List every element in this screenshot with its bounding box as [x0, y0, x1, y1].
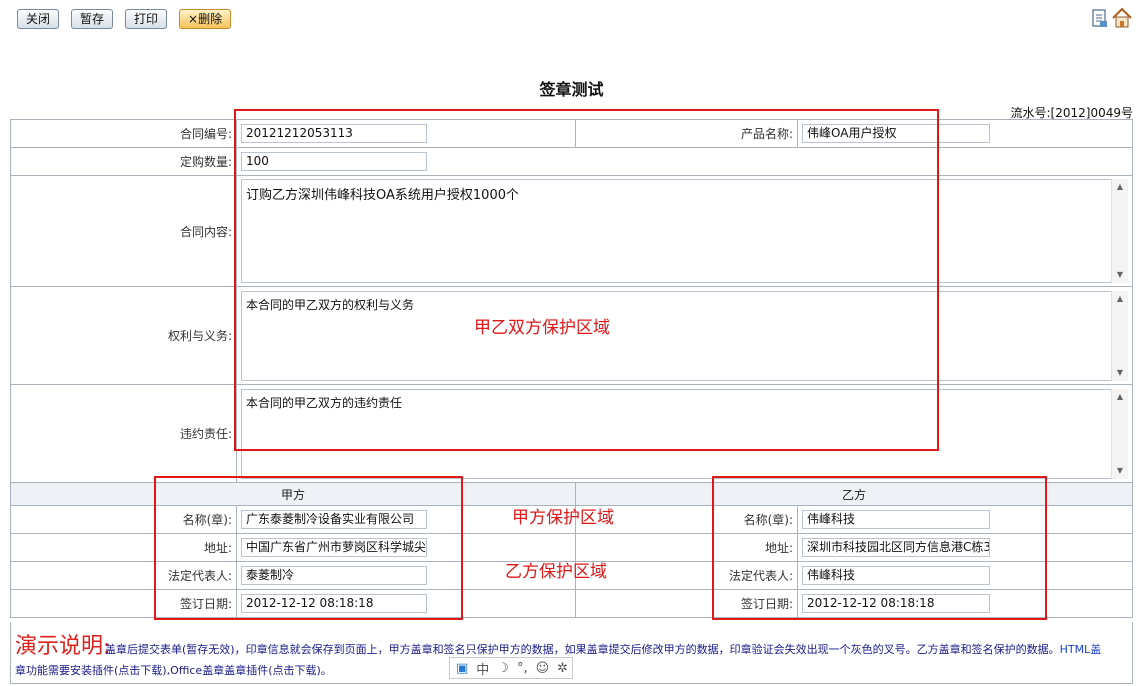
- scroll-down-icon[interactable]: ▼: [1112, 269, 1128, 281]
- product-name-input[interactable]: 伟峰OA用户授权: [802, 124, 990, 143]
- party-b-address-input[interactable]: 深圳市科技园北区同方信息港C栋3楼: [802, 538, 990, 557]
- html-plugin-download-link[interactable]: 章功能需要安装插件(点击下载),: [15, 664, 170, 677]
- party-b-rep-label: 法定代表人:: [575, 561, 798, 590]
- ime-mode[interactable]: 中: [476, 659, 489, 678]
- party-b-date-label: 签订日期:: [575, 589, 798, 618]
- party-b-name-input[interactable]: 伟峰科技: [802, 510, 990, 529]
- settings-icon[interactable]: ✲: [557, 661, 568, 676]
- content-scrollbar[interactable]: ▲ ▼: [1111, 179, 1128, 283]
- note-body: 盖章后提交表单(暂存无效)，印章信息就会保存到页面上，甲方盖章和签名只保护甲方的…: [105, 643, 1060, 656]
- content-label: 合同内容:: [10, 175, 237, 287]
- note-text: 盖章后提交表单(暂存无效)，印章信息就会保存到页面上，甲方盖章和签名只保护甲方的…: [105, 639, 1125, 661]
- scroll-down-icon[interactable]: ▼: [1112, 465, 1128, 477]
- party-a-date-input[interactable]: 2012-12-12 08:18:18: [241, 594, 427, 613]
- party-b-header: 乙方: [575, 482, 1133, 506]
- party-b-rep-input[interactable]: 伟峰科技: [802, 566, 990, 585]
- home-icon[interactable]: [1111, 7, 1133, 32]
- party-a-name-input[interactable]: 广东泰菱制冷设备实业有限公司: [241, 510, 427, 529]
- both-parties-area-label: 甲乙双方保护区域: [474, 318, 610, 338]
- ime-logo-icon[interactable]: ▣: [456, 661, 468, 676]
- breach-scrollbar[interactable]: ▲ ▼: [1111, 388, 1128, 479]
- rights-scrollbar[interactable]: ▲ ▼: [1111, 290, 1128, 381]
- scroll-down-icon[interactable]: ▼: [1112, 367, 1128, 379]
- contract-no-input[interactable]: 20121212053113: [241, 124, 427, 143]
- party-a-address-label: 地址:: [10, 533, 237, 562]
- rights-label: 权利与义务:: [10, 286, 237, 385]
- scroll-up-icon[interactable]: ▲: [1112, 293, 1128, 305]
- party-a-area-label: 甲方保护区域: [512, 508, 614, 528]
- serial-label: 流水号:: [1010, 106, 1051, 120]
- contract-no-label: 合同编号:: [10, 119, 237, 148]
- party-a-name-label: 名称(章):: [10, 505, 237, 534]
- contract-form: 合同编号: 20121212053113 产品名称: 伟峰OA用户授权 定购数量…: [10, 119, 1133, 618]
- note-title: 演示说明:: [15, 634, 111, 659]
- top-icons: [1091, 7, 1133, 32]
- party-a-rep-label: 法定代表人:: [10, 561, 237, 590]
- close-button[interactable]: 关闭: [17, 9, 60, 29]
- breach-label: 违约责任:: [10, 384, 237, 483]
- note-line2: 章功能需要安装插件(点击下载),Office盖章盖章插件(点击下载)。: [15, 660, 332, 682]
- ime-toolbar: ▣ 中 ☽ °, ☺ ✲: [449, 657, 573, 679]
- quantity-label: 定购数量:: [10, 147, 237, 176]
- content-textarea[interactable]: 订购乙方深圳伟峰科技OA系统用户授权1000个: [241, 179, 1121, 283]
- serial-value: [2012]0049号: [1050, 106, 1133, 120]
- punctuation-icon[interactable]: °,: [517, 661, 528, 676]
- rights-textarea[interactable]: 本合同的甲乙双方的权利与义务: [241, 290, 1121, 381]
- party-b-area-label: 乙方保护区域: [505, 562, 607, 582]
- moon-icon[interactable]: ☽: [497, 661, 509, 676]
- scroll-up-icon[interactable]: ▲: [1112, 391, 1128, 403]
- html-plugin-link[interactable]: HTML盖: [1060, 643, 1102, 656]
- party-a-rep-input[interactable]: 泰菱制冷: [241, 566, 427, 585]
- document-icon[interactable]: [1091, 7, 1109, 32]
- emoji-icon[interactable]: ☺: [536, 661, 550, 676]
- delete-button[interactable]: ×删除: [179, 9, 232, 29]
- party-a-header: 甲方: [10, 482, 576, 506]
- print-button[interactable]: 打印: [125, 9, 168, 29]
- party-a-address-input[interactable]: 中国广东省广州市萝岗区科学城尖塔L: [241, 538, 427, 557]
- party-a-date-label: 签订日期:: [10, 589, 237, 618]
- office-plugin-download-link[interactable]: Office盖章盖章插件(点击下载)。: [170, 664, 332, 677]
- quantity-input[interactable]: 100: [241, 152, 427, 171]
- save-draft-button[interactable]: 暂存: [71, 9, 114, 29]
- party-b-address-label: 地址:: [575, 533, 798, 562]
- party-b-date-input[interactable]: 2012-12-12 08:18:18: [802, 594, 990, 613]
- breach-textarea[interactable]: 本合同的甲乙双方的违约责任: [241, 388, 1121, 479]
- page-title: 签章测试: [539, 80, 604, 99]
- toolbar: 关闭 暂存 打印 ×删除: [17, 9, 232, 29]
- product-name-label: 产品名称:: [575, 119, 798, 148]
- scroll-up-icon[interactable]: ▲: [1112, 181, 1128, 193]
